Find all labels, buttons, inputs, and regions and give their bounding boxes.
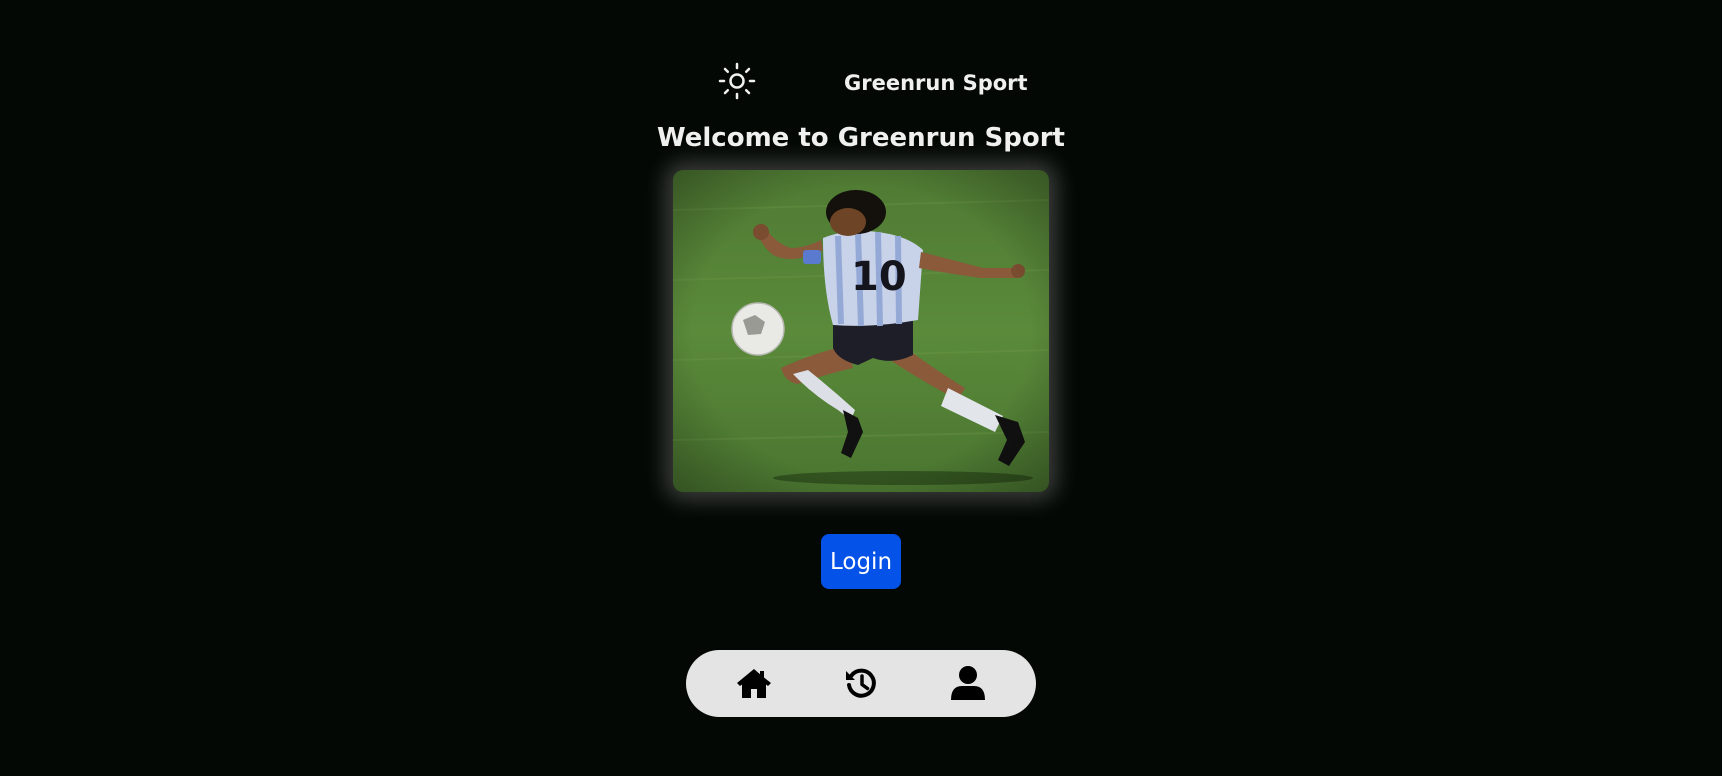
bottom-nav [686,650,1036,717]
page-title: Welcome to Greenrun Sport [657,123,1065,153]
brand-title: Greenrun Sport [844,71,1028,95]
sun-icon [718,62,756,100]
theme-toggle-button[interactable] [717,61,757,101]
page: Greenrun Sport Welcome to Greenrun Sport [0,0,1722,776]
nav-home[interactable] [734,663,774,703]
nav-history[interactable] [841,663,881,703]
nav-profile[interactable] [948,663,988,703]
history-icon [846,668,876,698]
login-button[interactable]: Login [821,534,901,589]
user-icon [951,666,985,700]
home-icon [737,669,771,698]
hero-image: 10 [673,170,1049,492]
